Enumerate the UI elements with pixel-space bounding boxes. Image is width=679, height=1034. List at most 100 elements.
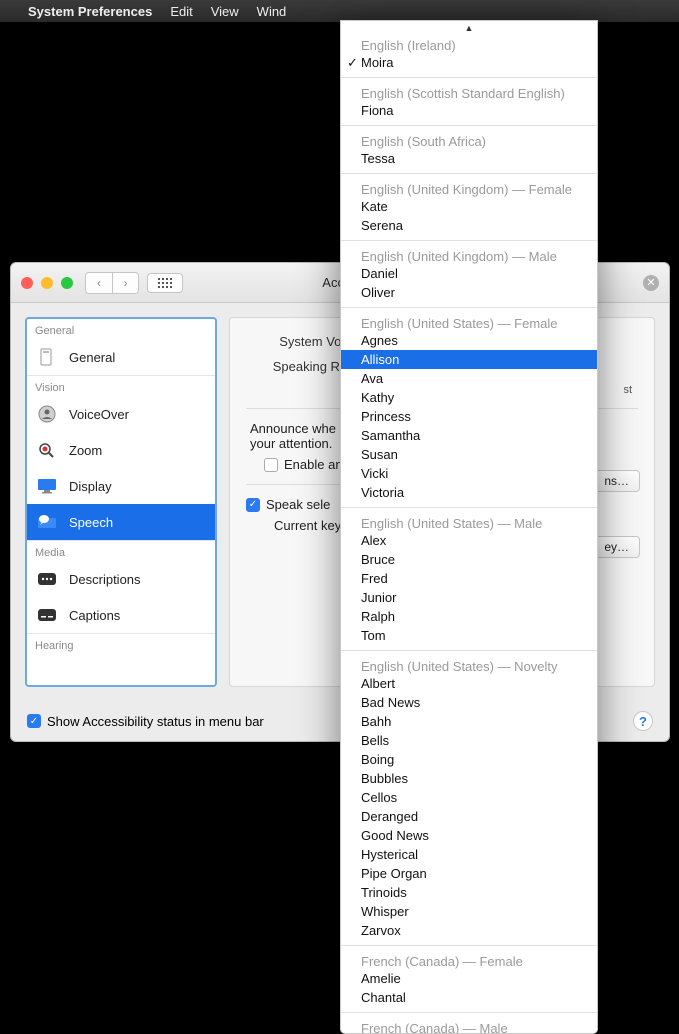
voice-option[interactable]: Kate — [341, 197, 597, 216]
scroll-up-arrow[interactable]: ▲ — [341, 21, 597, 35]
menu-separator — [341, 945, 597, 946]
voice-option-label: Boing — [361, 752, 394, 767]
voice-option[interactable]: ✓Moira — [341, 53, 597, 72]
voice-option[interactable]: Susan — [341, 445, 597, 464]
forward-button[interactable]: › — [112, 273, 138, 293]
voice-option[interactable]: Whisper — [341, 902, 597, 921]
voice-group-header: French (Canada) — Male — [341, 1018, 597, 1034]
help-button[interactable]: ? — [633, 711, 653, 731]
menubar-item-window[interactable]: Wind — [257, 4, 287, 19]
voice-option-label: Bells — [361, 733, 389, 748]
voice-option-label: Fred — [361, 571, 388, 586]
voice-option[interactable]: Bells — [341, 731, 597, 750]
display-icon — [35, 476, 59, 496]
back-button[interactable]: ‹ — [86, 273, 112, 293]
voice-option[interactable]: Zarvox — [341, 921, 597, 940]
voice-option[interactable]: Vicki — [341, 464, 597, 483]
sidebar-item-voiceover[interactable]: VoiceOver — [27, 396, 215, 432]
voice-option[interactable]: Chantal — [341, 988, 597, 1007]
voice-option-label: Albert — [361, 676, 395, 691]
voice-group-header: English (Scottish Standard English) — [341, 83, 597, 101]
close-window-button[interactable] — [21, 277, 33, 289]
sidebar-item-descriptions[interactable]: Descriptions — [27, 561, 215, 597]
voice-option-label: Samantha — [361, 428, 420, 443]
voice-group-header: English (United States) — Female — [341, 313, 597, 331]
voice-option[interactable]: Bruce — [341, 550, 597, 569]
voice-option-label: Fiona — [361, 103, 394, 118]
voice-option[interactable]: Deranged — [341, 807, 597, 826]
sidebar-group-label: General — [27, 319, 215, 339]
menubar-item-edit[interactable]: Edit — [170, 4, 192, 19]
voice-option-label: Cellos — [361, 790, 397, 805]
voice-option[interactable]: Kathy — [341, 388, 597, 407]
zoom-icon — [35, 440, 59, 460]
voice-option[interactable]: Hysterical — [341, 845, 597, 864]
voiceover-icon — [35, 404, 59, 424]
sidebar-item-speech[interactable]: Speech — [27, 504, 215, 540]
search-clear-button[interactable]: ✕ — [643, 275, 659, 291]
voice-option[interactable]: Victoria — [341, 483, 597, 502]
zoom-window-button[interactable] — [61, 277, 73, 289]
voice-option[interactable]: Fred — [341, 569, 597, 588]
voice-option[interactable]: Bahh — [341, 712, 597, 731]
voice-option[interactable]: Albert — [341, 674, 597, 693]
voice-option[interactable]: Junior — [341, 588, 597, 607]
voice-option[interactable]: Trinoids — [341, 883, 597, 902]
voice-option-label: Moira — [361, 55, 394, 70]
voice-option[interactable]: Serena — [341, 216, 597, 235]
checkbox-icon[interactable]: ✓ — [27, 714, 41, 728]
voice-option[interactable]: Samantha — [341, 426, 597, 445]
sidebar-item-captions[interactable]: Captions — [27, 597, 215, 633]
voice-dropdown-menu: ▲ English (Ireland)✓MoiraEnglish (Scotti… — [340, 20, 598, 1034]
show-all-button[interactable] — [147, 273, 183, 293]
voice-option[interactable]: Tessa — [341, 149, 597, 168]
voice-option[interactable]: Tom — [341, 626, 597, 645]
captions-icon — [35, 605, 59, 625]
descriptions-icon — [35, 569, 59, 589]
voice-option[interactable]: Good News — [341, 826, 597, 845]
voice-option[interactable]: Cellos — [341, 788, 597, 807]
voice-option[interactable]: Daniel — [341, 264, 597, 283]
footer-checkbox-label: Show Accessibility status in menu bar — [47, 714, 264, 729]
menu-separator — [341, 77, 597, 78]
voice-option[interactable]: Bubbles — [341, 769, 597, 788]
menubar-item-view[interactable]: View — [211, 4, 239, 19]
voice-option-label: Bahh — [361, 714, 391, 729]
voice-option[interactable]: Amelie — [341, 969, 597, 988]
voice-option[interactable]: Ralph — [341, 607, 597, 626]
checkbox-icon — [264, 458, 278, 472]
change-key-button[interactable]: ey… — [593, 536, 640, 558]
voice-option-label: Bubbles — [361, 771, 408, 786]
menubar: System Preferences Edit View Wind — [0, 0, 679, 22]
voice-option-label: Ava — [361, 371, 383, 386]
voice-option-label: Amelie — [361, 971, 401, 986]
menubar-app-name[interactable]: System Preferences — [28, 4, 152, 19]
menu-separator — [341, 125, 597, 126]
sidebar-item-zoom[interactable]: Zoom — [27, 432, 215, 468]
voice-option-label: Tessa — [361, 151, 395, 166]
voice-option[interactable]: Bad News — [341, 693, 597, 712]
voice-group-header: English (United States) — Male — [341, 513, 597, 531]
sidebar-item-general[interactable]: General — [27, 339, 215, 375]
voice-option-label: Kate — [361, 199, 388, 214]
voice-option[interactable]: Ava — [341, 369, 597, 388]
options-button[interactable]: ns… — [593, 470, 640, 492]
voice-option[interactable]: Allison — [341, 350, 597, 369]
speech-icon — [35, 512, 59, 532]
voice-option-label: Pipe Organ — [361, 866, 427, 881]
voice-option[interactable]: Fiona — [341, 101, 597, 120]
voice-option[interactable]: Oliver — [341, 283, 597, 302]
voice-option[interactable]: Pipe Organ — [341, 864, 597, 883]
sidebar-item-label: VoiceOver — [69, 407, 129, 422]
voice-option[interactable]: Princess — [341, 407, 597, 426]
voice-option[interactable]: Agnes — [341, 331, 597, 350]
minimize-window-button[interactable] — [41, 277, 53, 289]
voice-option-label: Bad News — [361, 695, 420, 710]
voice-group-header: English (United States) — Novelty — [341, 656, 597, 674]
menu-separator — [341, 507, 597, 508]
voice-option[interactable]: Boing — [341, 750, 597, 769]
voice-option-label: Whisper — [361, 904, 409, 919]
voice-option-label: Susan — [361, 447, 398, 462]
sidebar-item-display[interactable]: Display — [27, 468, 215, 504]
voice-option[interactable]: Alex — [341, 531, 597, 550]
